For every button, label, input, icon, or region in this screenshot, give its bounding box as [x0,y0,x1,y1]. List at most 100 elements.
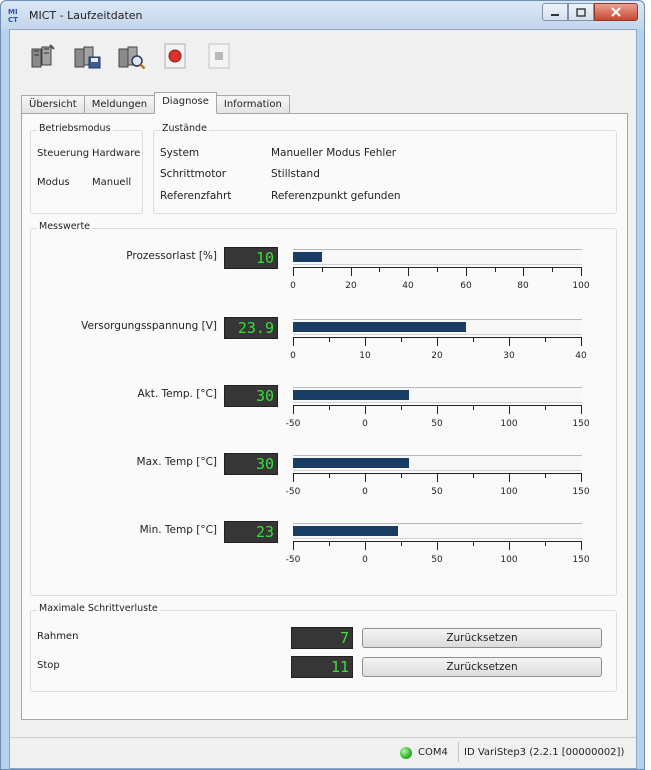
scale-major-tick [581,541,582,550]
diagnose-panel: Betriebsmodus Steuerung Hardware Modus M… [21,113,628,720]
window-title: MICT - Laufzeitdaten [29,9,143,22]
record-button[interactable] [158,39,192,73]
scale-major-tick [365,337,366,346]
meter-label: Versorgungsspannung [V] [81,320,217,332]
scale-minor-tick [329,541,330,546]
meter-lcd-display: 23 [224,521,278,543]
scale-tick-label: 50 [431,555,443,565]
scale-tick-label: 40 [575,351,587,361]
scale-minor-tick [473,541,474,546]
meter-scale: -50 0 50 100 150 [286,541,590,571]
steuerung-value: Hardware [92,148,141,159]
meter-scale: -50 0 50 100 150 [286,473,590,503]
title-bar[interactable]: MI CT MICT - Laufzeitdaten [1,1,644,29]
scale-major-tick [293,337,294,346]
tab-information[interactable]: Information [215,95,290,114]
scale-tick-label: -50 [285,555,301,565]
scale-minor-tick [545,405,546,410]
scale-minor-tick [329,405,330,410]
meter-label: Min. Temp [°C] [139,524,217,536]
stop-label: Stop [37,660,60,671]
status-bar: COM4 ID VariStep3 (2.2.1 [00000002]) [10,737,636,768]
scale-minor-tick [552,267,553,272]
device-connect-icon [31,44,55,68]
meter-lcd-display: 30 [224,385,278,407]
scale-major-tick [351,267,352,276]
app-window: MI CT MICT - Laufzeitdaten Übersicht Mel… [0,0,645,770]
scale-tick-label: 50 [431,419,443,429]
tab-diagnose[interactable]: Diagnose [154,92,217,114]
scale-tick-label: 150 [572,419,590,429]
tab-uebersicht[interactable]: Übersicht [21,95,85,114]
schrittmotor-label: Schrittmotor [160,168,227,180]
device-save-icon [74,46,101,69]
scale-tick-label: 40 [402,281,414,291]
tab-bar: Übersicht Meldungen Diagnose Information [21,92,290,114]
scale-major-tick [365,541,366,550]
meter-bar-track [293,455,582,471]
meter-lcd-display: 10 [224,247,278,269]
meter-bar-fill [293,390,409,400]
meter-bar-fill [293,458,409,468]
schrittmotor-value: Stillstand [271,168,320,180]
scale-tick-label: 20 [431,351,443,361]
betriebsmodus-group: Betriebsmodus Steuerung Hardware Modus M… [30,123,143,214]
scale-tick-label: 20 [345,281,357,291]
rahmen-reset-button[interactable]: Zurücksetzen [362,628,602,648]
scale-major-tick [581,473,582,482]
search-device-button[interactable] [114,39,148,73]
minimize-button[interactable] [542,3,568,21]
record-icon [164,43,186,69]
scale-tick-label: 100 [500,487,518,497]
meter-label: Prozessorlast [%] [126,250,217,262]
meter-scale: -50 0 50 100 150 [286,405,590,435]
scale-major-tick [581,405,582,414]
scale-tick-label: 60 [460,281,472,291]
maximize-button[interactable] [568,3,594,21]
modus-label: Modus [37,177,70,188]
stop-reset-button[interactable]: Zurücksetzen [362,657,602,677]
meter-lcd-display: 30 [224,453,278,475]
schrittverluste-title: Maximale Schrittverluste [37,603,160,614]
modus-value: Manuell [92,177,132,188]
save-device-button[interactable] [70,39,104,73]
scale-major-tick [437,541,438,550]
scale-major-tick [408,267,409,276]
scale-major-tick [437,405,438,414]
scale-tick-label: 100 [500,419,518,429]
scale-tick-label: 0 [362,419,368,429]
referenzfahrt-value: Referenzpunkt gefunden [271,190,401,202]
scale-tick-label: 0 [290,351,296,361]
system-label: System [160,147,200,159]
schrittverluste-group: Maximale Schrittverluste Rahmen 7 Zurück… [30,603,617,692]
scale-major-tick [509,405,510,414]
scale-minor-tick [495,267,496,272]
toolbar [10,30,636,82]
stop-button[interactable] [202,39,236,73]
meter-akt-temp: Akt. Temp. [°C] 30 -50 0 50 100 150 [31,381,618,443]
tab-meldungen[interactable]: Meldungen [83,95,156,114]
device-search-icon [118,46,146,70]
betriebsmodus-title: Betriebsmodus [37,123,113,134]
scale-minor-tick [401,473,402,478]
stop-icon [208,43,230,69]
maximize-icon [576,7,586,17]
scale-minor-tick [437,267,438,272]
scale-minor-tick [473,337,474,342]
scale-minor-tick [545,541,546,546]
meter-scale: 0 20 40 60 80 100 [290,267,590,297]
scale-major-tick [365,405,366,414]
scale-minor-tick [545,337,546,342]
meter-bar-track [293,249,582,265]
meter-versorgungsspannung: Versorgungsspannung [V] 23.9 0 10 20 30 40 [31,313,618,375]
connect-device-button[interactable] [26,39,60,73]
scale-tick-label: -50 [285,487,301,497]
scale-major-tick [523,267,524,276]
close-button[interactable] [594,3,638,21]
scale-minor-tick [401,337,402,342]
scale-tick-label: 100 [500,555,518,565]
scale-major-tick [293,405,294,414]
minimize-icon [551,14,559,16]
scale-major-tick [581,267,582,276]
messwerte-title: Messwerte [37,221,93,232]
